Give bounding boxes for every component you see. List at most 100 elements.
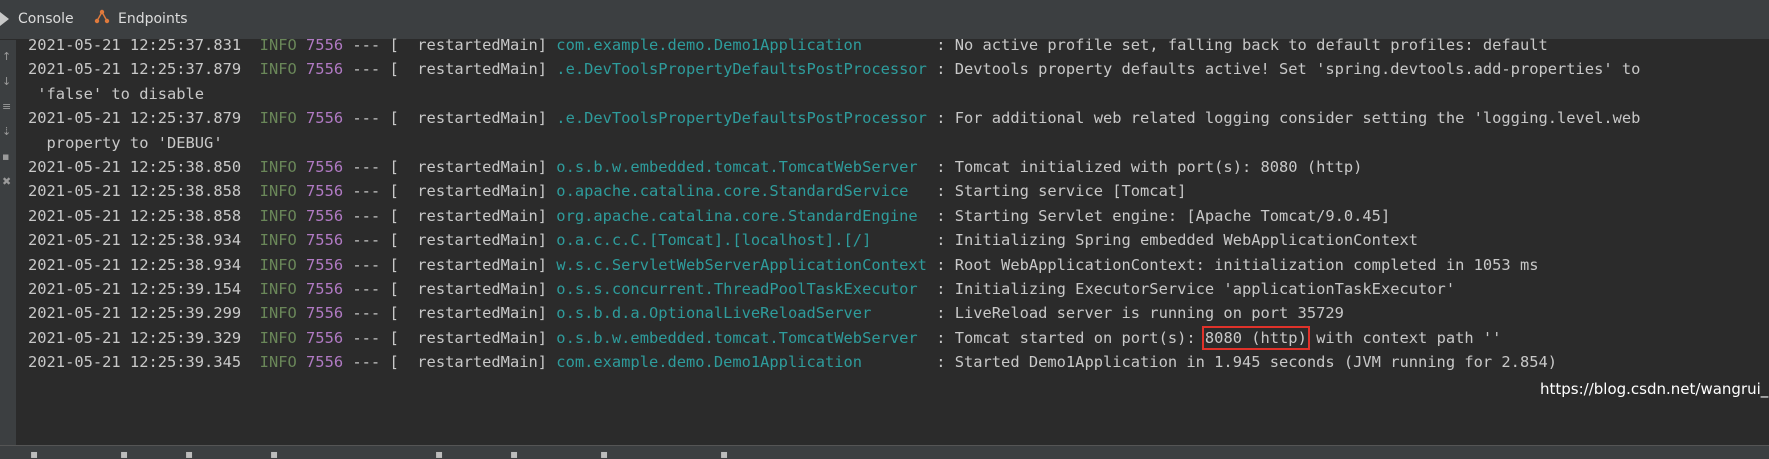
log-continuation: property to 'DEBUG'	[28, 133, 223, 152]
log-thread: restartedMain]	[417, 36, 548, 54]
log-timestamp: 2021-05-21 12:25:39.299	[28, 304, 242, 323]
log-separator: --- [	[352, 182, 399, 201]
log-separator: --- [	[352, 206, 399, 225]
log-level: INFO	[259, 304, 297, 323]
log-line: 2021-05-21 12:25:37.879 INFO 7556 --- [ …	[28, 106, 1640, 130]
log-timestamp: 2021-05-21 12:25:37.879	[28, 109, 242, 128]
log-separator: --- [	[352, 231, 399, 250]
status-item[interactable]: ▪	[120, 447, 128, 459]
log-line: 2021-05-21 12:25:37.831 INFO 7556 --- [ …	[28, 33, 1548, 57]
log-line: 2021-05-21 12:25:38.934 INFO 7556 --- [ …	[28, 253, 1538, 277]
log-thread: restartedMain]	[417, 206, 548, 225]
log-separator: --- [	[352, 255, 399, 274]
gutter-print-icon[interactable]: ▪	[2, 150, 12, 164]
log-separator: --- [	[352, 36, 399, 54]
log-message: : Tomcat initialized with port(s): 8080 …	[936, 158, 1363, 176]
log-thread: restartedMain]	[417, 60, 548, 79]
log-message: : LiveReload server is running on port 3…	[936, 304, 1344, 323]
log-level: INFO	[259, 280, 297, 298]
log-message: : Starting Servlet engine: [Apache Tomca…	[936, 206, 1391, 225]
log-separator: --- [	[352, 328, 399, 347]
log-thread: restartedMain]	[417, 255, 548, 274]
log-pid: 7556	[306, 280, 344, 298]
log-timestamp: 2021-05-21 12:25:39.154	[28, 280, 242, 298]
log-thread: restartedMain]	[417, 109, 548, 128]
log-thread: restartedMain]	[417, 182, 548, 201]
status-item[interactable]: ▪	[435, 447, 443, 459]
log-separator: --- [	[352, 109, 399, 128]
gutter-arrow-icon[interactable]: ↑	[2, 50, 12, 64]
status-item[interactable]: ▪	[510, 447, 518, 459]
tab-endpoints-label: Endpoints	[118, 11, 188, 27]
log-message: : Devtools property defaults active! Set…	[936, 60, 1641, 79]
log-message: : Initializing Spring embedded WebApplic…	[936, 231, 1419, 250]
gutter-arrow-icon[interactable]: ↓	[2, 75, 12, 89]
log-line: 2021-05-21 12:25:38.934 INFO 7556 --- [ …	[28, 228, 1418, 252]
log-thread: restartedMain]	[417, 353, 548, 372]
log-timestamp: 2021-05-21 12:25:39.329	[28, 328, 242, 347]
log-timestamp: 2021-05-21 12:25:38.850	[28, 158, 242, 176]
log-line: 2021-05-21 12:25:38.858 INFO 7556 --- [ …	[28, 204, 1390, 228]
log-timestamp: 2021-05-21 12:25:37.831	[28, 36, 242, 54]
log-message: : Started Demo1Application in 1.945 seco…	[936, 353, 1558, 372]
log-line: 2021-05-21 12:25:38.858 INFO 7556 --- [ …	[28, 179, 1186, 203]
log-logger: o.a.c.c.C.[Tomcat].[localhost].[/]	[556, 231, 872, 250]
gutter-scroll-icon[interactable]: ⇣	[2, 125, 12, 139]
log-level: INFO	[259, 36, 297, 54]
status-item[interactable]: ▪	[720, 447, 728, 459]
log-pid: 7556	[306, 206, 344, 225]
gutter-clear-icon[interactable]: ✖	[2, 175, 12, 189]
log-pid: 7556	[306, 36, 344, 54]
log-logger: o.s.b.d.a.OptionalLiveReloadServer	[556, 304, 872, 323]
log-level: INFO	[259, 206, 297, 225]
log-logger: org.apache.catalina.core.StandardEngine	[556, 206, 918, 225]
status-item[interactable]: ▪	[185, 447, 193, 459]
console-gutter: ↑ ↓ ≡ ⇣ ▪ ✖	[0, 40, 16, 445]
log-logger: .e.DevToolsPropertyDefaultsPostProcessor	[556, 109, 927, 128]
log-level: INFO	[259, 109, 297, 128]
log-thread: restartedMain]	[417, 328, 548, 347]
endpoints-icon	[94, 9, 110, 29]
status-item[interactable]: ▪	[270, 447, 278, 459]
log-line: 'false' to disable	[28, 82, 204, 106]
log-level: INFO	[259, 231, 297, 250]
log-message: : Initializing ExecutorService 'applicat…	[936, 280, 1456, 298]
log-message: : Tomcat started on port(s):	[936, 328, 1205, 347]
log-level: INFO	[259, 182, 297, 201]
log-timestamp: 2021-05-21 12:25:39.345	[28, 353, 242, 372]
log-timestamp: 2021-05-21 12:25:38.934	[28, 231, 242, 250]
status-item[interactable]: ▪	[30, 447, 38, 459]
log-line: 2021-05-21 12:25:39.345 INFO 7556 --- [ …	[28, 350, 1557, 374]
log-line: 2021-05-21 12:25:39.154 INFO 7556 --- [ …	[28, 277, 1455, 301]
log-level: INFO	[259, 158, 297, 176]
log-pid: 7556	[306, 158, 344, 176]
log-timestamp: 2021-05-21 12:25:37.879	[28, 60, 242, 79]
log-pid: 7556	[306, 328, 344, 347]
log-logger: o.apache.catalina.core.StandardService	[556, 182, 909, 201]
log-separator: --- [	[352, 158, 399, 176]
log-pid: 7556	[306, 353, 344, 372]
status-item[interactable]: ▪	[600, 447, 608, 459]
log-logger: com.example.demo.Demo1Application	[556, 353, 863, 372]
tab-console-label: Console	[18, 11, 74, 27]
log-message: : Starting service [Tomcat]	[936, 182, 1187, 201]
log-message: : Root WebApplicationContext: initializa…	[936, 255, 1539, 274]
log-separator: --- [	[352, 353, 399, 372]
log-level: INFO	[259, 353, 297, 372]
console-output[interactable]: 2021-05-21 12:25:37.831 INFO 7556 --- [ …	[28, 33, 1769, 445]
log-message: : No active profile set, falling back to…	[936, 36, 1548, 54]
log-line: 2021-05-21 12:25:38.850 INFO 7556 --- [ …	[28, 155, 1362, 179]
log-level: INFO	[259, 328, 297, 347]
log-logger: com.example.demo.Demo1Application	[556, 36, 863, 54]
log-level: INFO	[259, 60, 297, 79]
log-pid: 7556	[306, 255, 344, 274]
log-message-tail: with context path ''	[1306, 328, 1502, 347]
status-bar: ▪ ▪ ▪ ▪ ▪ ▪ ▪ ▪	[0, 445, 1769, 459]
log-message: : For additional web related logging con…	[936, 109, 1641, 128]
log-thread: restartedMain]	[417, 158, 548, 176]
log-thread: restartedMain]	[417, 231, 548, 250]
log-thread: restartedMain]	[417, 304, 548, 323]
highlighted-port: 8080 (http)	[1201, 325, 1310, 350]
log-line: 2021-05-21 12:25:37.879 INFO 7556 --- [ …	[28, 57, 1640, 81]
gutter-wrap-icon[interactable]: ≡	[2, 100, 12, 114]
